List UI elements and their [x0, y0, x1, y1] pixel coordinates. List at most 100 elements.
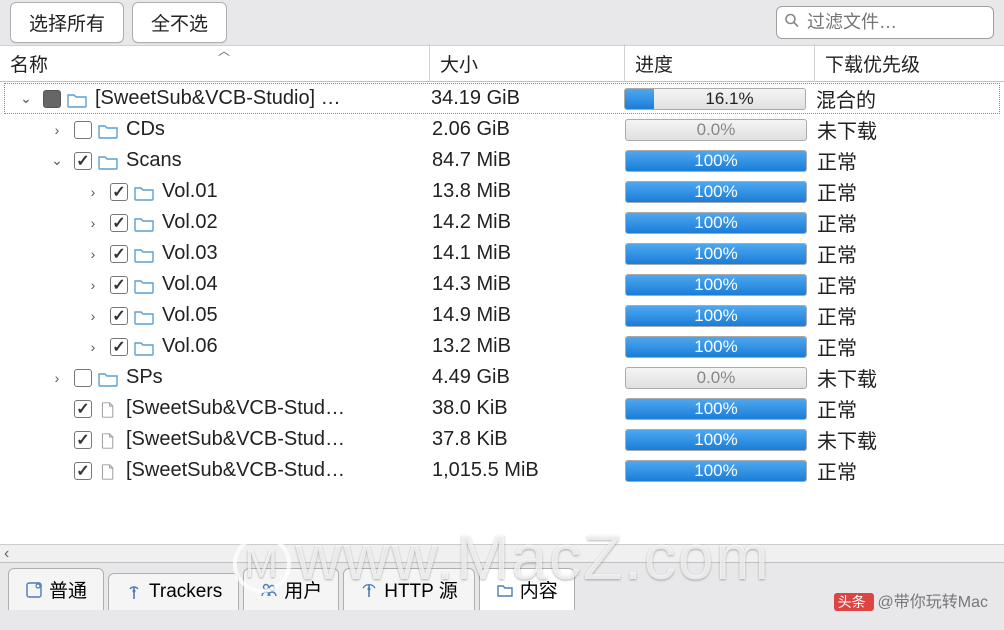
priority[interactable]: 正常 [811, 301, 1004, 330]
priority[interactable]: 正常 [811, 456, 1004, 485]
progress-bar: 16.1% [624, 88, 806, 110]
checkbox[interactable] [74, 369, 92, 387]
file-row[interactable]: ›Vol.0314.1 MiB100%正常 [0, 238, 1004, 269]
file-size: 13.2 MiB [426, 335, 621, 358]
disclosure-icon[interactable]: › [82, 184, 104, 200]
file-size: 1,015.5 MiB [426, 459, 621, 482]
file-row[interactable]: [SweetSub&VCB-Stud…38.0 KiB100%正常 [0, 393, 1004, 424]
priority[interactable]: 未下载 [811, 115, 1004, 144]
file-size: 14.3 MiB [426, 273, 621, 296]
file-icon [98, 463, 118, 479]
progress-bar: 100% [625, 460, 807, 482]
tab-general[interactable]: 普通 [8, 568, 104, 610]
priority[interactable]: 正常 [811, 270, 1004, 299]
progress-bar: 100% [625, 243, 807, 265]
priority[interactable]: 正常 [811, 332, 1004, 361]
file-name: SPs [126, 366, 163, 389]
checkbox[interactable] [110, 338, 128, 356]
column-headers: 名称 ︿ 大小 进度 下载优先级 [0, 46, 1004, 82]
checkbox[interactable] [74, 462, 92, 480]
tab-label: 普通 [49, 576, 87, 603]
priority[interactable]: 正常 [811, 208, 1004, 237]
file-name: Scans [126, 149, 182, 172]
file-row[interactable]: ›Vol.0214.2 MiB100%正常 [0, 207, 1004, 238]
column-header-progress[interactable]: 进度 [625, 44, 815, 83]
priority[interactable]: 正常 [811, 239, 1004, 268]
column-header-name[interactable]: 名称 ︿ [0, 44, 430, 83]
checkbox[interactable] [110, 276, 128, 294]
file-size: 13.8 MiB [426, 180, 621, 203]
checkbox[interactable] [43, 90, 61, 108]
checkbox[interactable] [74, 431, 92, 449]
checkbox[interactable] [74, 121, 92, 139]
sort-indicator-icon: ︿ [218, 42, 230, 59]
filter-files-input[interactable] [776, 6, 994, 39]
file-name: Vol.04 [162, 273, 218, 296]
checkbox[interactable] [74, 400, 92, 418]
file-icon [98, 432, 118, 448]
progress-bar: 100% [625, 274, 807, 296]
disclosure-icon[interactable]: ⌄ [15, 90, 37, 107]
toolbar: 选择所有 全不选 [0, 0, 1004, 46]
disclosure-icon[interactable]: › [82, 339, 104, 355]
file-size: 2.06 GiB [426, 118, 621, 141]
file-row[interactable]: ›CDs2.06 GiB0.0%未下载 [0, 114, 1004, 145]
disclosure-icon[interactable]: › [82, 308, 104, 324]
progress-bar: 100% [625, 212, 807, 234]
progress-bar: 100% [625, 181, 807, 203]
tab-label: 内容 [520, 576, 558, 603]
folder-icon [67, 91, 87, 107]
folder-icon [98, 370, 118, 386]
tab-content[interactable]: 内容 [479, 568, 575, 610]
horizontal-scrollbar[interactable] [0, 544, 1004, 562]
folder-icon [98, 153, 118, 169]
disclosure-icon[interactable]: › [46, 370, 68, 386]
tab-http[interactable]: HTTP 源 [343, 568, 475, 610]
file-name: [SweetSub&VCB-Stud… [126, 459, 345, 482]
disclosure-icon[interactable]: ⌄ [46, 152, 68, 169]
checkbox[interactable] [110, 214, 128, 232]
checkbox[interactable] [110, 307, 128, 325]
priority[interactable]: 未下载 [811, 425, 1004, 454]
checkbox[interactable] [110, 245, 128, 263]
progress-bar: 100% [625, 398, 807, 420]
file-row[interactable]: › Vol.01 13.8 MiB100%正常 [0, 176, 1004, 207]
disclosure-icon[interactable]: › [82, 277, 104, 293]
file-row[interactable]: ›Vol.0613.2 MiB100%正常 [0, 331, 1004, 362]
column-header-size[interactable]: 大小 [430, 44, 625, 83]
file-row[interactable]: › Vol.04 14.3 MiB100%正常 [0, 269, 1004, 300]
file-size: 37.8 KiB [426, 428, 621, 451]
tab-peers[interactable]: 用户 [243, 568, 339, 610]
file-row[interactable]: [SweetSub&VCB-Stud…37.8 KiB100%未下载 [0, 424, 1004, 455]
priority[interactable]: 正常 [811, 177, 1004, 206]
file-row[interactable]: ⌄[SweetSub&VCB-Studio] …34.19 GiB16.1%混合… [4, 83, 1000, 114]
tab-label: HTTP 源 [384, 576, 458, 603]
folder-icon [98, 122, 118, 138]
file-icon [98, 401, 118, 417]
file-row[interactable]: ⌄Scans84.7 MiB100%正常 [0, 145, 1004, 176]
folder-icon [134, 246, 154, 262]
tab-trackers[interactable]: Trackers [108, 573, 239, 610]
file-name: Vol.01 [162, 180, 218, 203]
file-row[interactable]: ›SPs4.49 GiB0.0%未下载 [0, 362, 1004, 393]
disclosure-icon[interactable]: › [82, 215, 104, 231]
search-icon [784, 12, 800, 33]
priority[interactable]: 正常 [811, 394, 1004, 423]
priority[interactable]: 正常 [811, 146, 1004, 175]
tab-label: 用户 [284, 576, 322, 603]
file-row[interactable]: ›Vol.0514.9 MiB100%正常 [0, 300, 1004, 331]
checkbox[interactable] [74, 152, 92, 170]
file-row[interactable]: [SweetSub&VCB-Stud… 1,015.5 MiB100%正常 [0, 455, 1004, 486]
disclosure-icon[interactable]: › [82, 246, 104, 262]
file-name: Vol.05 [162, 304, 218, 327]
progress-bar: 100% [625, 305, 807, 327]
disclosure-icon[interactable]: › [46, 122, 68, 138]
priority[interactable]: 混合的 [810, 84, 999, 113]
column-header-priority[interactable]: 下载优先级 [815, 44, 1004, 83]
select-all-button[interactable]: 选择所有 [10, 2, 124, 43]
file-name: [SweetSub&VCB-Stud… [126, 397, 345, 420]
select-none-button[interactable]: 全不选 [132, 2, 227, 43]
checkbox[interactable] [110, 183, 128, 201]
progress-bar: 100% [625, 336, 807, 358]
priority[interactable]: 未下载 [811, 363, 1004, 392]
